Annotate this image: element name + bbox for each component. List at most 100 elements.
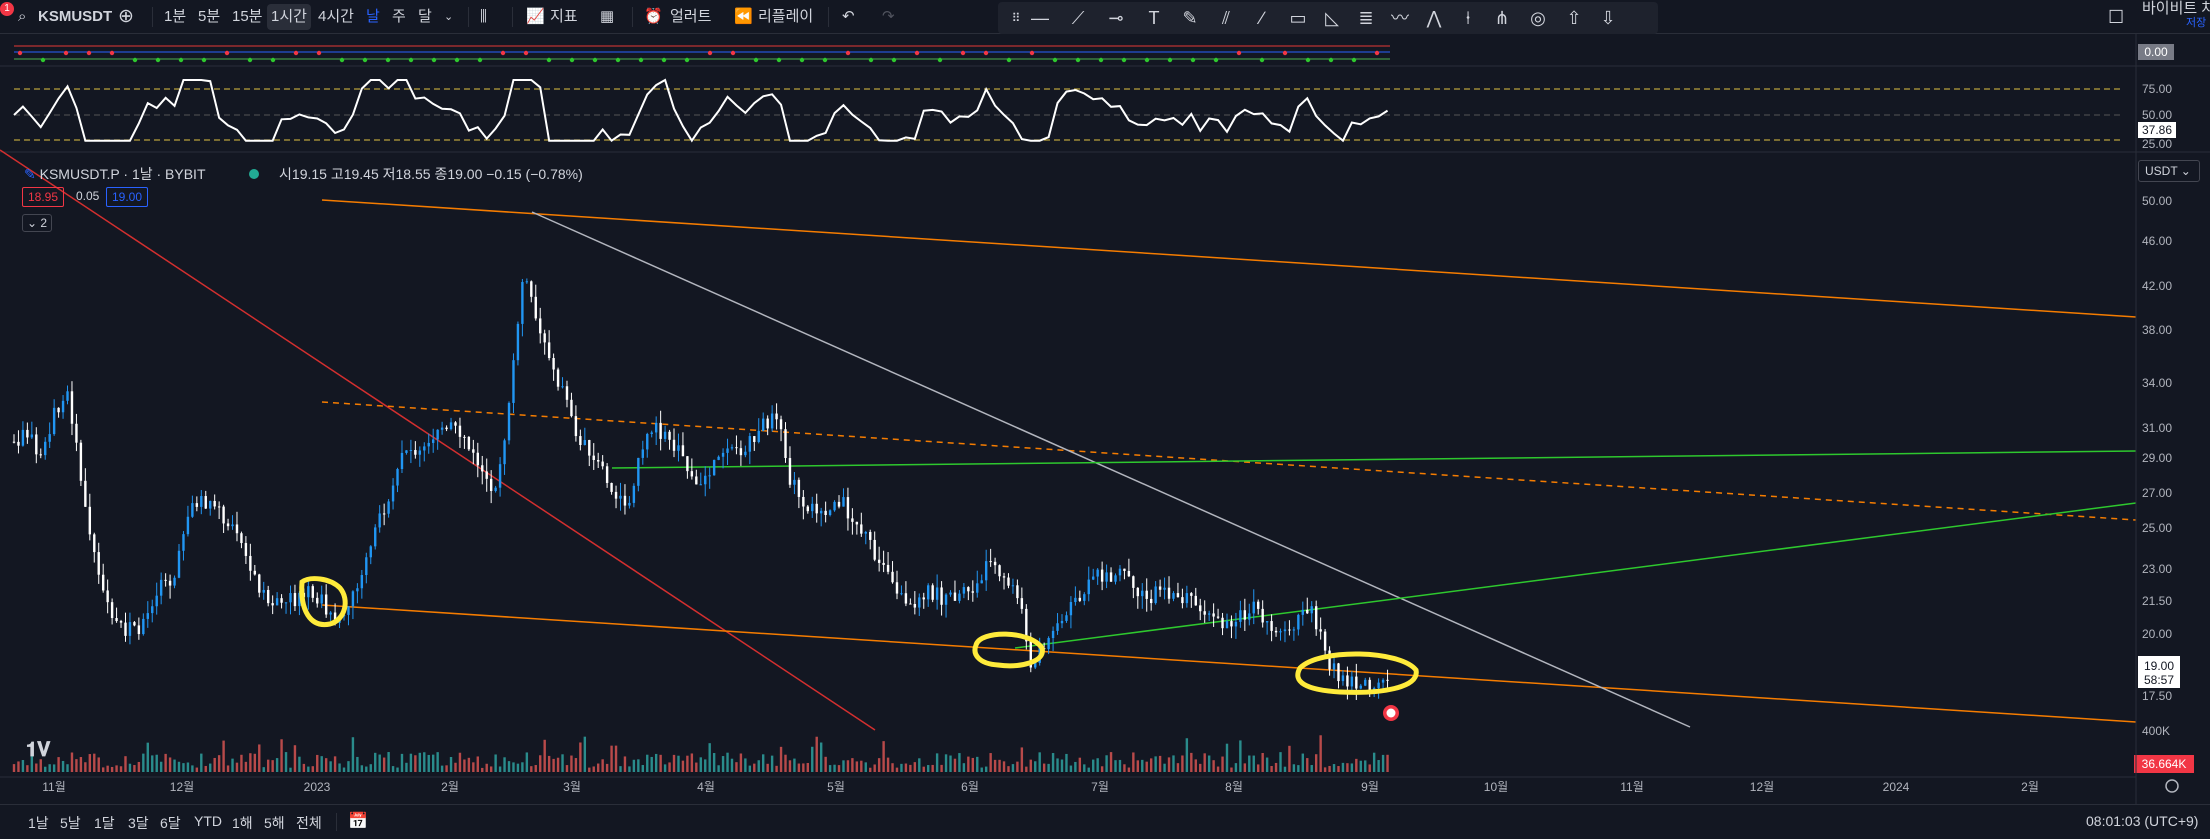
interval-5m[interactable]: 5분 — [198, 4, 220, 30]
range-6m[interactable]: 6달 — [160, 813, 181, 833]
candle-body — [980, 580, 983, 584]
range-1m[interactable]: 1달 — [94, 813, 115, 833]
chevron-down-icon[interactable]: ⌄ — [444, 4, 453, 30]
arrow-up-icon[interactable]: ⇧ — [1562, 7, 1586, 29]
horizontal-ray-icon[interactable]: ⊸ — [1104, 7, 1128, 29]
symbol-search-button[interactable]: KSMUSDT — [38, 4, 112, 30]
interval-day[interactable]: 날 — [366, 4, 380, 30]
settings-gear-icon[interactable] — [2165, 779, 2179, 793]
fib-retracement-icon[interactable]: ≣ — [1354, 7, 1378, 29]
volume-bar — [418, 752, 422, 772]
templates-grid-icon[interactable]: ▦ — [600, 4, 614, 30]
volume-bar — [953, 758, 957, 772]
parallel-channel-icon[interactable]: ⫽ — [1214, 7, 1238, 29]
save-layout-link[interactable]: 저장 — [2186, 16, 2206, 30]
candle-body — [481, 465, 484, 472]
candle-body — [1283, 629, 1287, 632]
price-axis[interactable]: 50.00 46.00 42.00 38.00 34.00 31.00 29.00 27.00… — [2142, 194, 2172, 703]
path-icon[interactable]: 〰 — [1388, 7, 1412, 29]
bid-price-box[interactable]: 18.95 — [22, 187, 65, 207]
share-nodes-icon[interactable]: ⋔ — [1490, 7, 1514, 29]
volume-bar — [1270, 765, 1273, 772]
green-rising-line[interactable] — [1014, 502, 2137, 649]
candle-body — [753, 436, 756, 442]
text-tool-icon[interactable]: T — [1142, 7, 1166, 29]
candle-body — [784, 429, 787, 459]
range-ytd[interactable]: YTD — [194, 813, 222, 829]
volume-bar — [1016, 761, 1019, 772]
candle-body — [895, 582, 899, 594]
orange-channel-bottom[interactable] — [321, 604, 2137, 723]
volume-bar — [75, 759, 78, 772]
volume-bar — [739, 753, 743, 772]
alert-button[interactable]: 얼러트 — [670, 4, 711, 30]
compare-add-icon[interactable]: ⊕ — [118, 4, 134, 30]
candle-body — [57, 407, 60, 413]
candle-body — [467, 436, 471, 450]
interval-week[interactable]: 주 — [392, 4, 406, 30]
indicator-collapse-button[interactable]: ⌄ 2 — [22, 214, 52, 232]
volume-bar — [458, 752, 462, 772]
interval-15m[interactable]: 15분 — [232, 4, 263, 30]
time-axis[interactable]: 11월 12월 2023 2월 3월 4월 5월 6월 7월 8월 9월 10월 11월 12월 2024 2… — [42, 780, 2039, 794]
legend-symbol[interactable]: KSMUSDT.P · 1날 · BYBIT — [40, 166, 206, 182]
currency-selector[interactable]: USDT ⌄ — [2138, 160, 2200, 182]
arrow-down-icon[interactable]: ⇩ — [1596, 7, 1620, 29]
candle-body — [391, 485, 395, 502]
indicators-icon[interactable]: 📈 — [526, 4, 545, 30]
volume-bar — [583, 736, 587, 772]
top-indicator-dot — [684, 57, 690, 63]
interval-1h[interactable]: 1시간 — [267, 4, 311, 30]
candle-body — [958, 593, 961, 601]
candle-body — [860, 524, 863, 534]
redo-icon[interactable]: ↷ — [882, 4, 895, 30]
interval-1m[interactable]: 1분 — [164, 4, 186, 30]
volume-bar — [1163, 763, 1166, 772]
horizontal-line-icon[interactable]: — — [1028, 7, 1052, 29]
range-3m[interactable]: 3달 — [128, 813, 149, 833]
rectangle-icon[interactable]: ▭ — [1286, 7, 1310, 29]
orange-channel-top[interactable] — [321, 199, 2137, 318]
checkbox-icon[interactable]: ☐ — [2108, 4, 2124, 30]
clock-timezone[interactable]: 08:01:03 (UTC+9) — [2086, 813, 2198, 829]
volume-bar — [900, 763, 903, 772]
trend-line-icon[interactable]: ⟋ — [1066, 7, 1090, 29]
range-5d[interactable]: 5날 — [60, 813, 81, 833]
volume-bar — [1207, 755, 1211, 772]
replay-icon[interactable]: ⏪ — [734, 4, 753, 30]
candle-body — [146, 613, 149, 619]
candle-body — [913, 604, 917, 608]
search-icon[interactable]: ⌕ — [18, 4, 26, 30]
ask-price-box[interactable]: 19.00 — [106, 187, 149, 207]
target-icon[interactable]: ◎ — [1526, 7, 1550, 29]
long-position-icon[interactable]: ⍿ — [1456, 7, 1480, 29]
volume-bar — [320, 756, 323, 772]
triangle-icon[interactable]: ◺ — [1320, 7, 1344, 29]
alarm-clock-icon[interactable]: ⏰ — [644, 4, 663, 30]
interval-month[interactable]: 달 — [418, 4, 432, 30]
brush-icon[interactable]: ✎ — [1178, 7, 1202, 29]
volume-bar — [1096, 758, 1099, 772]
symbol-legend: ✎ KSMUSDT.P · 1날 · BYBIT 시19.15 고19.45 저… — [24, 164, 583, 184]
date-range-calendar-icon[interactable]: 📅 — [348, 811, 368, 831]
pattern-icon[interactable]: ⋀ — [1422, 7, 1446, 29]
range-1d[interactable]: 1날 — [28, 813, 49, 833]
range-1y[interactable]: 1해 — [232, 813, 253, 833]
drag-handle-icon[interactable]: ⠿ — [1004, 7, 1028, 29]
candle-body — [708, 475, 711, 477]
interval-4h[interactable]: 4시간 — [318, 4, 354, 30]
ray-icon[interactable]: ∕ — [1250, 7, 1274, 29]
indicators-button[interactable]: 지표 — [550, 4, 578, 30]
undo-icon[interactable]: ↶ — [842, 4, 855, 30]
replay-button[interactable]: 리플레이 — [758, 4, 813, 30]
top-indicator-dot — [1259, 57, 1265, 63]
candle-body — [1105, 572, 1108, 582]
range-5y[interactable]: 5해 — [264, 813, 285, 833]
chart-area: 0.00 75.00 50.00 25.00 37.86 50.00 46.00… — [0, 34, 2210, 804]
volume-bar — [1002, 761, 1006, 772]
range-all[interactable]: 전체 — [296, 813, 322, 833]
green-support-line[interactable] — [611, 450, 2137, 469]
volume-bar — [668, 762, 671, 772]
chart-canvas[interactable]: 0.00 75.00 50.00 25.00 37.86 50.0046.004… — [0, 34, 2210, 804]
candle-type-icon[interactable]: ⫼ — [480, 4, 487, 30]
